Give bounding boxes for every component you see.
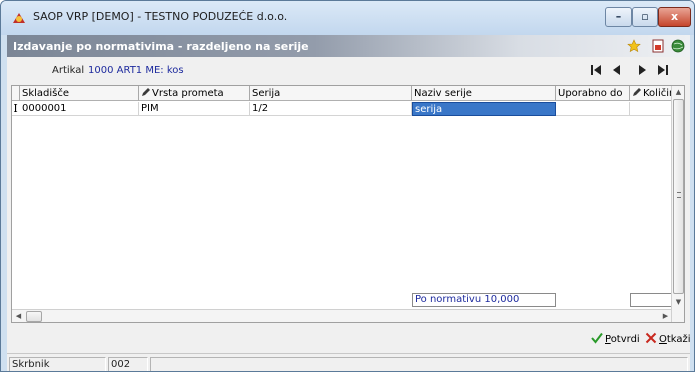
row-indicator-header — [12, 86, 20, 101]
minimize-button[interactable]: – — [605, 7, 632, 27]
maximize-icon: ▫ — [641, 10, 649, 23]
row-cursor-icon: I — [13, 102, 18, 115]
scroll-down-icon[interactable]: ▼ — [672, 296, 685, 309]
document-icon[interactable] — [651, 39, 665, 53]
status-bar: Skrbnik 002 — [7, 353, 690, 371]
app-window: SAOP VRP [DEMO] - TESTNO PODUZEĆE d.o.o.… — [0, 0, 695, 372]
column-header-skladisce[interactable]: Skladišče — [20, 86, 139, 101]
last-record-icon[interactable] — [656, 64, 670, 76]
window-title: SAOP VRP [DEMO] - TESTNO PODUZEĆE d.o.o. — [33, 10, 288, 23]
vertical-scroll-thumb[interactable] — [673, 99, 684, 294]
form-header: Izdavanje po normativima - razdeljeno na… — [7, 35, 690, 57]
cell-kolicina[interactable] — [630, 102, 672, 116]
column-header-kolicina[interactable]: Količina — [630, 86, 672, 101]
column-label: Vrsta prometa — [152, 88, 224, 99]
cell-skladisce[interactable]: 0000001 — [20, 102, 139, 116]
star-icon[interactable] — [627, 39, 641, 53]
column-header-vrsta-prometa[interactable]: Vrsta prometa — [139, 86, 250, 101]
cell-vrsta-prometa[interactable]: PIM — [139, 102, 250, 116]
cross-icon — [645, 332, 657, 344]
cell-serija[interactable]: 1/2 — [250, 102, 412, 116]
cancel-button[interactable]: Otkaži — [645, 331, 691, 349]
artikal-label: Artikal — [52, 65, 85, 76]
status-message — [150, 357, 688, 371]
action-bar: Potvrdi Otkaži — [7, 327, 691, 353]
grip-icon — [677, 192, 681, 198]
series-grid[interactable]: Skladišče Vrsta prometa Serija Naziv ser… — [11, 85, 685, 323]
checkmark-icon — [591, 332, 603, 344]
column-label: Skladišče — [22, 88, 70, 99]
column-header-uporabno-do[interactable]: Uporabno do — [556, 86, 630, 101]
kolicina-total — [630, 293, 672, 307]
column-label: Serija — [252, 88, 281, 99]
prev-record-icon[interactable] — [610, 64, 624, 76]
form-content: Izdavanje po normativima - razdeljeno na… — [7, 35, 691, 371]
column-header-naziv-serije[interactable]: Naziv serije — [412, 86, 556, 101]
app-logo-icon — [13, 13, 25, 23]
close-button[interactable]: x — [658, 7, 691, 27]
normativ-total: Po normativu 10,000 — [412, 293, 556, 307]
first-record-icon[interactable] — [589, 64, 603, 76]
scroll-up-icon[interactable]: ▲ — [672, 86, 685, 99]
artikal-value: 1000 ART1 ME: kos — [88, 65, 184, 76]
status-user: Skrbnik — [9, 357, 106, 371]
form-title: Izdavanje po normativima - razdeljeno na… — [13, 40, 309, 53]
pencil-icon — [142, 88, 150, 96]
vertical-scrollbar[interactable]: ▲ ▼ — [671, 86, 684, 322]
confirm-button[interactable]: Potvrdi — [591, 331, 640, 349]
pencil-icon — [633, 88, 641, 96]
next-record-icon[interactable] — [635, 64, 649, 76]
grid-header: Skladišče Vrsta prometa Serija Naziv ser… — [12, 86, 684, 101]
horizontal-scrollbar[interactable]: ◀ ▶ — [12, 309, 672, 322]
table-row[interactable]: I 0000001 PIM 1/2 serija — [12, 102, 684, 116]
maximize-button[interactable]: ▫ — [632, 7, 658, 27]
globe-icon[interactable] — [671, 39, 685, 53]
column-label: Naziv serije — [414, 88, 472, 99]
article-info-bar: Artikal 1000 ART1 ME: kos — [7, 57, 690, 83]
cell-uporabno-do[interactable] — [556, 102, 630, 116]
scroll-left-icon[interactable]: ◀ — [12, 310, 25, 323]
horizontal-scroll-thumb[interactable] — [26, 311, 42, 322]
column-header-serija[interactable]: Serija — [250, 86, 412, 101]
cancel-label: Otkaži — [659, 334, 691, 345]
status-code: 002 — [108, 357, 148, 371]
close-icon: x — [670, 10, 679, 23]
column-label: Uporabno do — [558, 88, 623, 99]
title-bar[interactable]: SAOP VRP [DEMO] - TESTNO PODUZEĆE d.o.o.… — [1, 1, 694, 35]
column-label: Količina — [643, 88, 671, 99]
minimize-icon: – — [615, 10, 622, 23]
cell-naziv-serije[interactable]: serija — [412, 102, 556, 116]
confirm-label: Potvrdi — [605, 334, 640, 345]
